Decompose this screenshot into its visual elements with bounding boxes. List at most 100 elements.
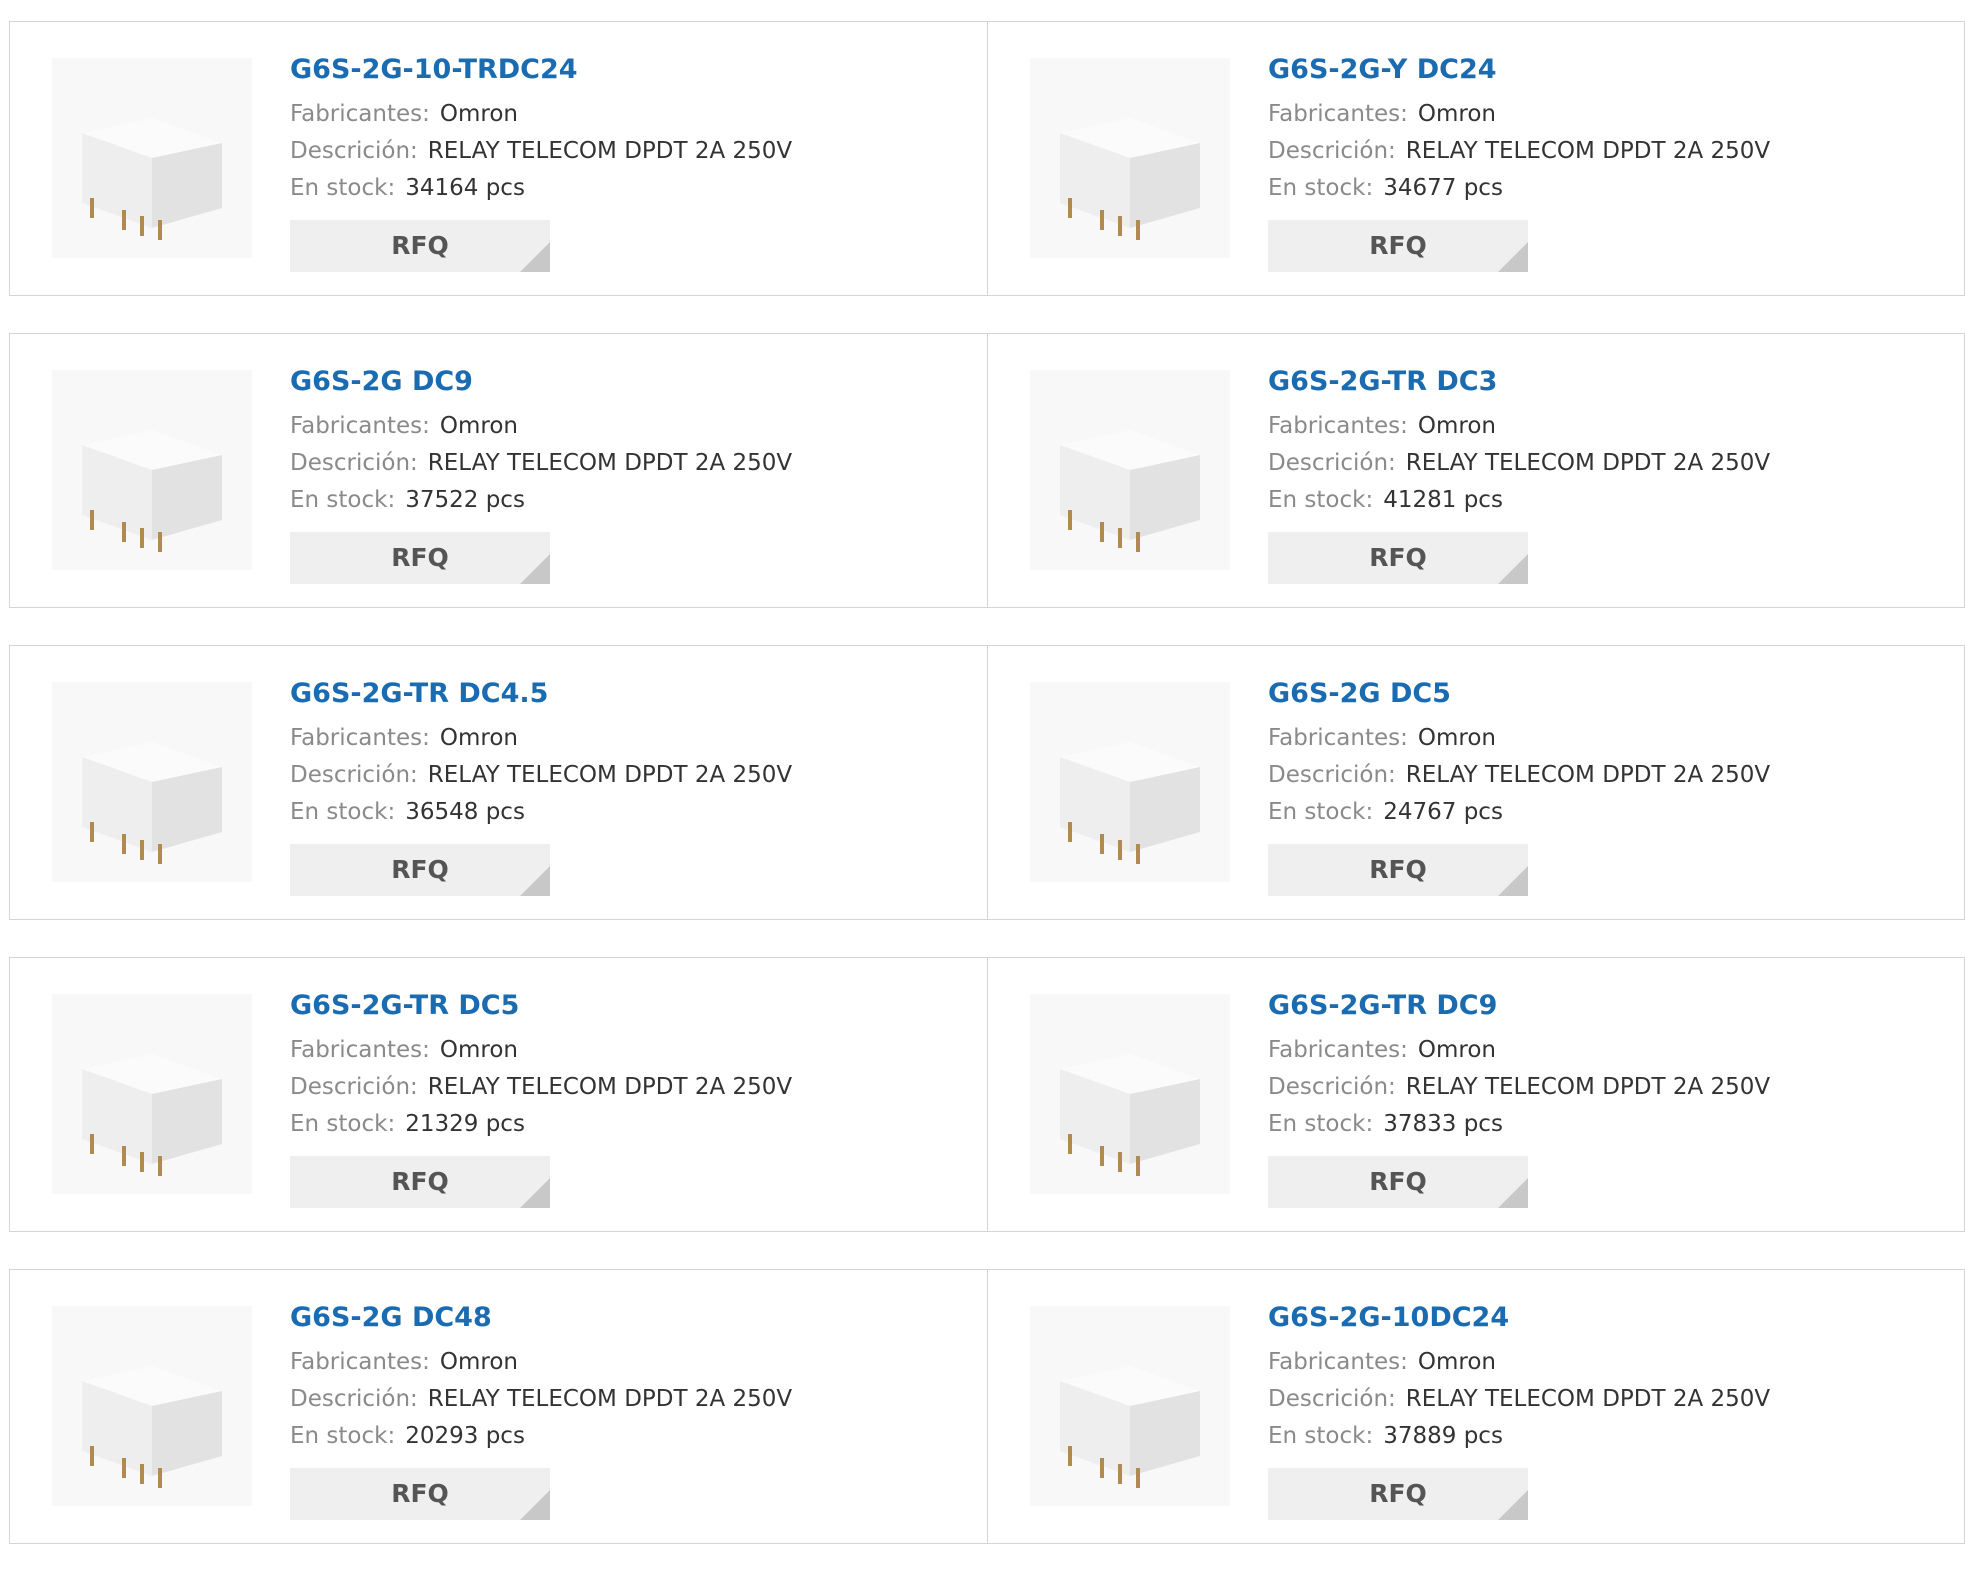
rfq-label: RFQ bbox=[1369, 855, 1427, 884]
description-value: RELAY TELECOM DPDT 2A 250V bbox=[1405, 762, 1771, 788]
relay-image[interactable] bbox=[52, 994, 252, 1194]
part-number-link[interactable]: G6S-2G DC9 bbox=[290, 362, 792, 402]
product-card: G6S-2G DC5 Fabricantes: Omron Descrición:… bbox=[987, 646, 1964, 919]
relay-image[interactable] bbox=[1030, 994, 1230, 1194]
product-info: G6S-2G-TR DC3 Fabricantes: Omron Descrici… bbox=[1268, 362, 1770, 584]
rfq-button[interactable]: RFQ bbox=[290, 1468, 550, 1520]
description-field: Descrición: RELAY TELECOM DPDT 2A 250V bbox=[1268, 445, 1770, 482]
rfq-button[interactable]: RFQ bbox=[1268, 844, 1528, 896]
product-info: G6S-2G-TR DC9 Fabricantes: Omron Descrici… bbox=[1268, 986, 1770, 1208]
relay-image[interactable] bbox=[1030, 1306, 1230, 1506]
manufacturer-label: Fabricantes: bbox=[290, 413, 430, 439]
relay-image[interactable] bbox=[52, 682, 252, 882]
relay-image[interactable] bbox=[1030, 58, 1230, 258]
description-field: Descrición: RELAY TELECOM DPDT 2A 250V bbox=[290, 445, 792, 482]
rfq-button[interactable]: RFQ bbox=[1268, 1468, 1528, 1520]
manufacturer-value: Omron bbox=[1417, 725, 1496, 751]
manufacturer-field: Fabricantes: Omron bbox=[290, 1344, 792, 1381]
description-value: RELAY TELECOM DPDT 2A 250V bbox=[1405, 450, 1771, 476]
rfq-label: RFQ bbox=[1369, 1479, 1427, 1508]
rfq-button[interactable]: RFQ bbox=[290, 844, 550, 896]
part-number-link[interactable]: G6S-2G-10DC24 bbox=[1268, 1298, 1770, 1338]
stock-label: En stock: bbox=[1268, 799, 1374, 825]
rfq-button[interactable]: RFQ bbox=[290, 1156, 550, 1208]
description-field: Descrición: RELAY TELECOM DPDT 2A 250V bbox=[1268, 133, 1770, 170]
rfq-button[interactable]: RFQ bbox=[290, 220, 550, 272]
triangle-corner-icon bbox=[1498, 1178, 1528, 1208]
rfq-label: RFQ bbox=[391, 231, 449, 260]
stock-value: 24767 pcs bbox=[1383, 799, 1503, 825]
manufacturer-field: Fabricantes: Omron bbox=[1268, 1344, 1770, 1381]
triangle-corner-icon bbox=[1498, 1490, 1528, 1520]
rfq-button[interactable]: RFQ bbox=[1268, 220, 1528, 272]
description-field: Descrición: RELAY TELECOM DPDT 2A 250V bbox=[1268, 1069, 1770, 1106]
manufacturer-field: Fabricantes: Omron bbox=[1268, 96, 1770, 133]
description-value: RELAY TELECOM DPDT 2A 250V bbox=[1405, 1386, 1771, 1412]
stock-label: En stock: bbox=[1268, 487, 1374, 513]
description-value: RELAY TELECOM DPDT 2A 250V bbox=[1405, 138, 1771, 164]
stock-field: En stock: 34677 pcs bbox=[1268, 170, 1770, 207]
product-card: G6S-2G-10-TRDC24 Fabricantes: Omron Descr… bbox=[10, 22, 987, 295]
triangle-corner-icon bbox=[520, 242, 550, 272]
part-number-link[interactable]: G6S-2G DC48 bbox=[290, 1298, 792, 1338]
description-label: Descrición: bbox=[290, 1386, 418, 1412]
rfq-button[interactable]: RFQ bbox=[1268, 1156, 1528, 1208]
stock-value: 36548 pcs bbox=[405, 799, 525, 825]
rfq-label: RFQ bbox=[1369, 231, 1427, 260]
triangle-corner-icon bbox=[520, 554, 550, 584]
stock-value: 21329 pcs bbox=[405, 1111, 525, 1137]
stock-label: En stock: bbox=[290, 487, 396, 513]
manufacturer-field: Fabricantes: Omron bbox=[290, 1032, 792, 1069]
product-row: G6S-2G DC48 Fabricantes: Omron Descrición… bbox=[9, 1269, 1965, 1544]
product-grid: G6S-2G-10-TRDC24 Fabricantes: Omron Descr… bbox=[9, 21, 1965, 1581]
part-number-link[interactable]: G6S-2G-TR DC4.5 bbox=[290, 674, 792, 714]
product-row: G6S-2G-TR DC4.5 Fabricantes: Omron Descri… bbox=[9, 645, 1965, 920]
stock-field: En stock: 37889 pcs bbox=[1268, 1418, 1770, 1455]
description-field: Descrición: RELAY TELECOM DPDT 2A 250V bbox=[290, 757, 792, 794]
part-number-link[interactable]: G6S-2G DC5 bbox=[1268, 674, 1770, 714]
product-card: G6S-2G-TR DC4.5 Fabricantes: Omron Descri… bbox=[10, 646, 987, 919]
stock-field: En stock: 37522 pcs bbox=[290, 482, 792, 519]
description-label: Descrición: bbox=[290, 138, 418, 164]
manufacturer-value: Omron bbox=[439, 413, 518, 439]
product-info: G6S-2G DC9 Fabricantes: Omron Descrición:… bbox=[290, 362, 792, 584]
relay-image[interactable] bbox=[52, 370, 252, 570]
stock-label: En stock: bbox=[290, 1111, 396, 1137]
rfq-button[interactable]: RFQ bbox=[1268, 532, 1528, 584]
relay-image[interactable] bbox=[1030, 682, 1230, 882]
stock-value: 37522 pcs bbox=[405, 487, 525, 513]
relay-image[interactable] bbox=[1030, 370, 1230, 570]
triangle-corner-icon bbox=[1498, 242, 1528, 272]
stock-value: 34677 pcs bbox=[1383, 175, 1503, 201]
part-number-link[interactable]: G6S-2G-TR DC9 bbox=[1268, 986, 1770, 1026]
stock-field: En stock: 20293 pcs bbox=[290, 1418, 792, 1455]
stock-field: En stock: 24767 pcs bbox=[1268, 794, 1770, 831]
stock-label: En stock: bbox=[1268, 1111, 1374, 1137]
product-info: G6S-2G DC5 Fabricantes: Omron Descrición:… bbox=[1268, 674, 1770, 896]
relay-image[interactable] bbox=[52, 58, 252, 258]
relay-image[interactable] bbox=[52, 1306, 252, 1506]
manufacturer-value: Omron bbox=[1417, 413, 1496, 439]
product-card: G6S-2G-TR DC3 Fabricantes: Omron Descrici… bbox=[987, 334, 1964, 607]
manufacturer-label: Fabricantes: bbox=[1268, 725, 1408, 751]
description-value: RELAY TELECOM DPDT 2A 250V bbox=[427, 762, 793, 788]
description-value: RELAY TELECOM DPDT 2A 250V bbox=[427, 1074, 793, 1100]
part-number-link[interactable]: G6S-2G-10-TRDC24 bbox=[290, 50, 792, 90]
manufacturer-label: Fabricantes: bbox=[290, 1037, 430, 1063]
stock-field: En stock: 41281 pcs bbox=[1268, 482, 1770, 519]
description-field: Descrición: RELAY TELECOM DPDT 2A 250V bbox=[290, 1069, 792, 1106]
rfq-button[interactable]: RFQ bbox=[290, 532, 550, 584]
product-info: G6S-2G-Y DC24 Fabricantes: Omron Descrici… bbox=[1268, 50, 1770, 272]
description-value: RELAY TELECOM DPDT 2A 250V bbox=[427, 1386, 793, 1412]
part-number-link[interactable]: G6S-2G-TR DC5 bbox=[290, 986, 792, 1026]
triangle-corner-icon bbox=[520, 1178, 550, 1208]
manufacturer-label: Fabricantes: bbox=[290, 725, 430, 751]
manufacturer-label: Fabricantes: bbox=[1268, 101, 1408, 127]
description-field: Descrición: RELAY TELECOM DPDT 2A 250V bbox=[1268, 757, 1770, 794]
product-card: G6S-2G-Y DC24 Fabricantes: Omron Descrici… bbox=[987, 22, 1964, 295]
rfq-label: RFQ bbox=[1369, 543, 1427, 572]
part-number-link[interactable]: G6S-2G-Y DC24 bbox=[1268, 50, 1770, 90]
manufacturer-value: Omron bbox=[1417, 101, 1496, 127]
part-number-link[interactable]: G6S-2G-TR DC3 bbox=[1268, 362, 1770, 402]
description-value: RELAY TELECOM DPDT 2A 250V bbox=[427, 138, 793, 164]
